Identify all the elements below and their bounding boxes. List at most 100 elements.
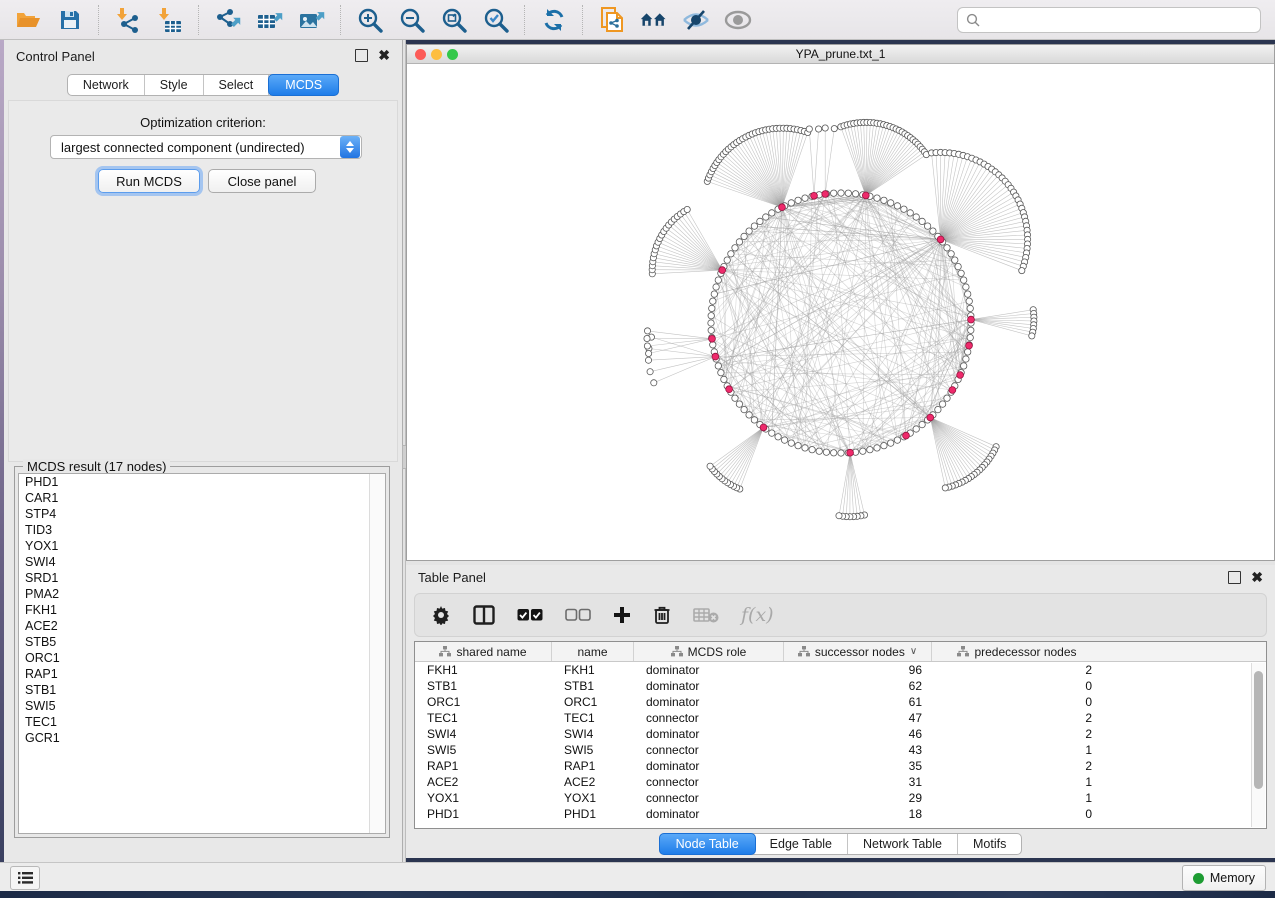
table-row[interactable]: TEC1TEC1connector472	[415, 710, 1266, 726]
mcds-result-item[interactable]: SRD1	[19, 570, 385, 586]
column-header-name[interactable]: name	[552, 642, 634, 661]
function-builder-icon[interactable]: f(x)	[741, 604, 774, 626]
export-network-icon[interactable]	[214, 6, 242, 34]
mcds-result-item[interactable]: GCR1	[19, 730, 385, 746]
tab-motifs[interactable]: Motifs	[958, 834, 1021, 854]
hide-selected-icon[interactable]	[682, 6, 710, 34]
criterion-value: largest connected component (undirected)	[51, 140, 340, 155]
mcds-result-item[interactable]: YOX1	[19, 538, 385, 554]
first-neighbors-icon[interactable]	[640, 6, 668, 34]
table-row[interactable]: RAP1RAP1dominator352	[415, 758, 1266, 774]
mcds-result-item[interactable]: SWI4	[19, 554, 385, 570]
save-session-icon[interactable]	[56, 6, 84, 34]
cell-shared-name: SWI5	[415, 743, 552, 757]
table-scrollbar-thumb[interactable]	[1254, 671, 1263, 789]
delete-columns-icon[interactable]	[653, 605, 671, 625]
float-panel-icon[interactable]	[355, 49, 368, 62]
zoom-selected-icon[interactable]	[482, 6, 510, 34]
cell-successor-nodes: 62	[784, 679, 932, 693]
network-graph[interactable]	[407, 64, 1274, 560]
mcds-result-title: MCDS result (17 nodes)	[23, 459, 170, 474]
export-image-icon[interactable]	[298, 6, 326, 34]
cell-predecessor-nodes: 0	[932, 695, 1102, 709]
zoom-out-icon[interactable]	[398, 6, 426, 34]
mcds-result-item[interactable]: STB5	[19, 634, 385, 650]
table-row[interactable]: FKH1FKH1dominator962	[415, 662, 1266, 678]
table-row[interactable]: SWI4SWI4dominator462	[415, 726, 1266, 742]
import-network-icon[interactable]	[114, 6, 142, 34]
control-panel: Control Panel ✖ NetworkStyleSelectMCDS O…	[4, 40, 402, 862]
mcds-result-item[interactable]: ORC1	[19, 650, 385, 666]
cell-successor-nodes: 31	[784, 775, 932, 789]
tab-select[interactable]: Select	[204, 75, 270, 95]
show-columns-icon[interactable]	[473, 605, 495, 625]
cell-name: PHD1	[552, 807, 634, 821]
close-panel-icon[interactable]: ✖	[378, 50, 390, 61]
mcds-result-item[interactable]: STB1	[19, 682, 385, 698]
run-mcds-button[interactable]: Run MCDS	[98, 169, 200, 193]
memory-button[interactable]: Memory	[1182, 865, 1266, 891]
deselect-all-checks-icon[interactable]	[565, 608, 591, 622]
open-session-icon[interactable]	[14, 6, 42, 34]
export-table-icon[interactable]	[256, 6, 284, 34]
tab-node-table[interactable]: Node Table	[659, 833, 756, 855]
show-all-icon[interactable]	[724, 6, 752, 34]
cell-predecessor-nodes: 2	[932, 663, 1102, 677]
new-network-from-selection-icon[interactable]	[598, 6, 626, 34]
mcds-result-item[interactable]: CAR1	[19, 490, 385, 506]
mcds-result-item[interactable]: PHD1	[19, 474, 385, 490]
table-row[interactable]: SWI5SWI5connector431	[415, 742, 1266, 758]
delete-table-icon[interactable]	[693, 607, 719, 623]
cell-name: RAP1	[552, 759, 634, 773]
table-mode-gear-icon[interactable]	[431, 605, 451, 625]
mcds-list-scrollbar[interactable]	[369, 474, 385, 833]
import-table-icon[interactable]	[156, 6, 184, 34]
table-row[interactable]: STB1STB1dominator620	[415, 678, 1266, 694]
cell-name: YOX1	[552, 791, 634, 805]
mcds-result-item[interactable]: FKH1	[19, 602, 385, 618]
table-body: FKH1FKH1dominator962STB1STB1dominator620…	[415, 662, 1266, 822]
mcds-result-item[interactable]: TEC1	[19, 714, 385, 730]
column-header-MCDS-role[interactable]: MCDS role	[634, 642, 784, 661]
column-header-predecessor-nodes[interactable]: predecessor nodes	[932, 642, 1102, 661]
tab-edge-table[interactable]: Edge Table	[755, 834, 848, 854]
mcds-result-item[interactable]: SWI5	[19, 698, 385, 714]
show-panels-button[interactable]	[10, 866, 40, 890]
cell-MCDS-role: connector	[634, 775, 784, 789]
criterion-select[interactable]: largest connected component (undirected)	[50, 135, 362, 159]
table-row[interactable]: ACE2ACE2connector311	[415, 774, 1266, 790]
select-all-checks-icon[interactable]	[517, 608, 543, 622]
mcds-result-item[interactable]: PMA2	[19, 586, 385, 602]
zoom-in-icon[interactable]	[356, 6, 384, 34]
network-canvas[interactable]	[407, 64, 1274, 560]
network-window-titlebar[interactable]: YPA_prune.txt_1	[407, 45, 1274, 64]
tab-mcds[interactable]: MCDS	[268, 74, 339, 96]
tab-style[interactable]: Style	[145, 75, 204, 95]
zoom-fit-icon[interactable]	[440, 6, 468, 34]
close-table-panel-icon[interactable]: ✖	[1251, 572, 1263, 583]
mcds-result-item[interactable]: ACE2	[19, 618, 385, 634]
close-panel-button[interactable]: Close panel	[208, 169, 316, 193]
tab-network[interactable]: Network	[68, 75, 145, 95]
mcds-result-list[interactable]: PHD1CAR1STP4TID3YOX1SWI4SRD1PMA2FKH1ACE2…	[18, 473, 386, 834]
add-column-icon[interactable]	[613, 606, 631, 624]
mcds-result-item[interactable]: STP4	[19, 506, 385, 522]
cell-name: SWI5	[552, 743, 634, 757]
mcds-result-item[interactable]: TID3	[19, 522, 385, 538]
column-header-successor-nodes[interactable]: successor nodes∨	[784, 642, 932, 661]
cell-name: STB1	[552, 679, 634, 693]
search-input[interactable]	[986, 12, 1252, 28]
sort-indicator-icon: ∨	[910, 646, 917, 657]
search-box[interactable]	[957, 7, 1261, 33]
table-row[interactable]: PHD1PHD1dominator180	[415, 806, 1266, 822]
table-row[interactable]: ORC1ORC1dominator610	[415, 694, 1266, 710]
table-row[interactable]: YOX1YOX1connector291	[415, 790, 1266, 806]
mcds-result-item[interactable]: RAP1	[19, 666, 385, 682]
float-table-panel-icon[interactable]	[1228, 571, 1241, 584]
table-scrollbar[interactable]	[1251, 663, 1265, 827]
tab-network-table[interactable]: Network Table	[848, 834, 958, 854]
column-header-shared-name[interactable]: shared name	[415, 642, 552, 661]
refresh-layout-icon[interactable]	[540, 6, 568, 34]
cell-predecessor-nodes: 0	[932, 679, 1102, 693]
cell-successor-nodes: 46	[784, 727, 932, 741]
